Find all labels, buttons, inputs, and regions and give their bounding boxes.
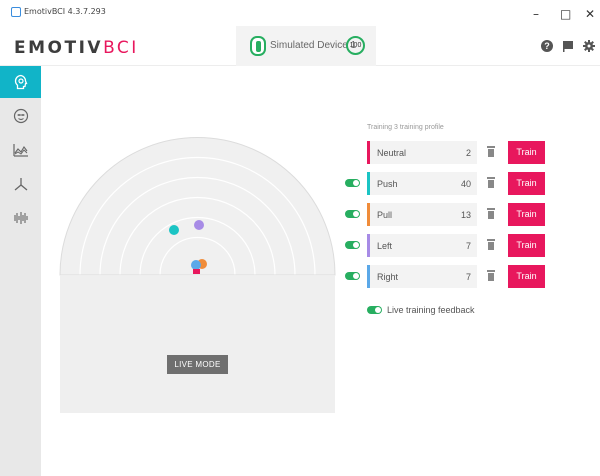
command-name: Neutral — [377, 148, 407, 158]
command-count: 2 — [465, 148, 471, 158]
trash-icon[interactable] — [487, 208, 495, 220]
command-color-bar — [367, 203, 370, 226]
live-feedback-toggle[interactable] — [367, 306, 382, 314]
command-toggle[interactable] — [345, 241, 360, 249]
neutral-marker — [193, 269, 200, 274]
device-status[interactable]: Simulated Device 1 100 — [236, 26, 376, 66]
sidebar-item-raw-eeg[interactable] — [0, 202, 41, 234]
trash-icon[interactable] — [487, 239, 495, 251]
command-name: Right — [377, 272, 399, 282]
train-button[interactable]: Train — [508, 141, 545, 164]
settings-icon[interactable] — [583, 40, 595, 52]
window-title: EmotivBCI 4.3.7.293 — [24, 7, 106, 16]
command-color-bar — [367, 141, 370, 164]
command-color-bar — [367, 172, 370, 195]
minimize-button[interactable]: – — [533, 8, 539, 20]
sidebar-item-mental-commands[interactable] — [0, 66, 41, 98]
help-icon[interactable]: ? — [541, 40, 553, 52]
command-item[interactable]: Right 7 — [367, 265, 477, 288]
face-icon — [13, 108, 28, 124]
push-marker — [169, 225, 179, 235]
command-item[interactable]: Push 40 — [367, 172, 477, 195]
trash-icon[interactable] — [487, 146, 495, 158]
sidebar-item-motion-sensors[interactable] — [0, 168, 41, 200]
command-item[interactable]: Left 7 — [367, 234, 477, 257]
trash-icon[interactable] — [487, 177, 495, 189]
command-item[interactable]: Pull 13 — [367, 203, 477, 226]
command-name: Push — [377, 179, 398, 189]
app-window-icon — [11, 7, 21, 17]
training-row-pull: Pull 13 Train — [340, 203, 550, 226]
sidebar-item-performance-metrics[interactable] — [0, 134, 41, 166]
brand-logo-part2: BCI — [103, 38, 139, 58]
train-button[interactable]: Train — [508, 265, 545, 288]
command-count: 40 — [460, 179, 471, 189]
flag-icon[interactable] — [562, 40, 574, 52]
waveform-icon — [13, 212, 28, 224]
window-titlebar: EmotivBCI 4.3.7.293 – □ ✕ — [0, 0, 600, 26]
command-toggle[interactable] — [345, 179, 360, 187]
command-count: 7 — [465, 241, 471, 251]
close-button[interactable]: ✕ — [585, 8, 595, 20]
command-count: 7 — [465, 272, 471, 282]
live-mode-panel — [60, 276, 335, 413]
train-button[interactable]: Train — [508, 172, 545, 195]
app-header: EMOTIVBCI Simulated Device 1 100 ? — [0, 26, 600, 66]
headset-battery-icon — [250, 36, 266, 56]
training-row-push: Push 40 Train — [340, 172, 550, 195]
trash-icon[interactable] — [487, 270, 495, 282]
chart-icon — [12, 144, 28, 157]
training-row-left: Left 7 Train — [340, 234, 550, 257]
tri-axis-icon — [14, 178, 27, 191]
command-color-bar — [367, 265, 370, 288]
maximize-button[interactable]: □ — [560, 8, 571, 20]
command-color-bar — [367, 234, 370, 257]
training-row-right: Right 7 Train — [340, 265, 550, 288]
train-button[interactable]: Train — [508, 203, 545, 226]
right-marker — [191, 260, 201, 270]
device-name: Simulated Device 1 — [270, 40, 357, 51]
train-button[interactable]: Train — [508, 234, 545, 257]
command-toggle[interactable] — [345, 210, 360, 218]
battery-level-badge: 100 — [346, 36, 365, 55]
head-training-icon — [14, 74, 27, 90]
training-profile-label: Training 3 training profile — [367, 124, 444, 131]
live-training-feedback: Live training feedback — [367, 304, 507, 316]
sidebar — [0, 66, 41, 476]
command-count: 13 — [460, 210, 471, 220]
training-row-neutral: Neutral 2 Train — [340, 141, 550, 164]
brand-logo: EMOTIVBCI — [14, 38, 139, 58]
left-marker — [194, 220, 204, 230]
live-feedback-label: Live training feedback — [387, 305, 475, 315]
live-mode-button[interactable]: LIVE MODE — [167, 355, 228, 374]
command-name: Left — [377, 241, 393, 251]
sidebar-item-facial-expressions[interactable] — [0, 100, 41, 132]
command-item[interactable]: Neutral 2 — [367, 141, 477, 164]
mental-command-visualizer — [59, 137, 336, 276]
brand-logo-part1: EMOTIV — [14, 38, 104, 58]
command-toggle[interactable] — [345, 272, 360, 280]
command-name: Pull — [377, 210, 393, 220]
